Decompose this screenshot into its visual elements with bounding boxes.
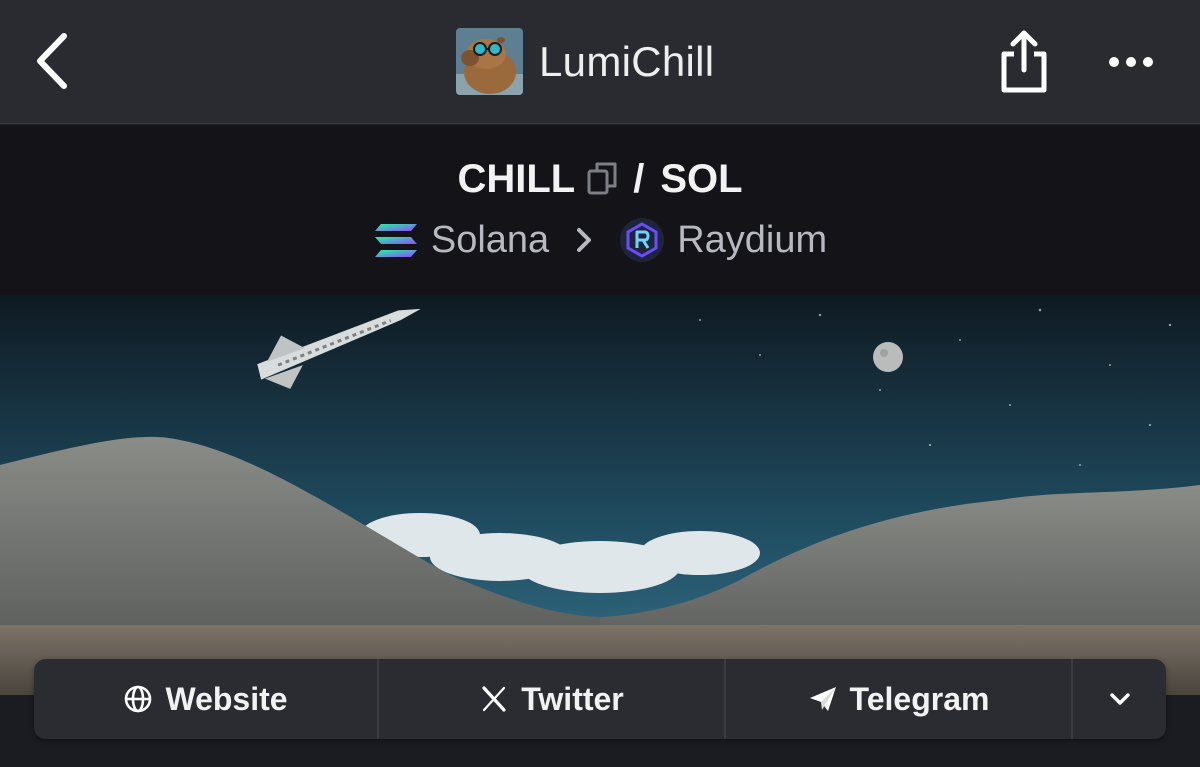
- twitter-label: Twitter: [521, 680, 624, 717]
- x-logo-icon: [482, 686, 506, 712]
- quote-token-symbol: SOL: [660, 156, 743, 201]
- chain-link-solana[interactable]: Solana: [431, 219, 549, 262]
- page-title: LumiChill: [539, 37, 715, 85]
- twitter-link-button[interactable]: Twitter: [379, 659, 726, 739]
- social-links-bar: Website Twitter Telegram: [34, 659, 1166, 739]
- telegram-plane-icon: [809, 687, 836, 711]
- pair-separator: /: [633, 156, 645, 201]
- more-options-button[interactable]: [1100, 44, 1164, 80]
- breadcrumb: Solana Raydium: [0, 215, 1200, 265]
- pair-name: CHILL / SOL: [0, 151, 1200, 207]
- website-label: Website: [165, 680, 288, 717]
- telegram-label: Telegram: [849, 680, 990, 717]
- token-title: LumiChill: [456, 28, 714, 95]
- solana-icon: [374, 224, 417, 257]
- more-horizontal-icon: [1109, 57, 1153, 67]
- token-avatar: [456, 28, 523, 95]
- website-link-button[interactable]: Website: [34, 659, 379, 739]
- raydium-icon: [620, 218, 665, 262]
- copy-icon: [587, 162, 617, 195]
- share-button[interactable]: [996, 28, 1052, 96]
- share-icon: [1001, 30, 1047, 93]
- dex-link-raydium[interactable]: Raydium: [677, 219, 827, 262]
- copy-address-button[interactable]: [585, 159, 621, 199]
- telegram-link-button[interactable]: Telegram: [726, 659, 1073, 739]
- top-navigation-bar: LumiChill: [0, 0, 1200, 124]
- base-token-symbol: CHILL: [457, 156, 576, 201]
- chevron-right-icon: [577, 228, 592, 252]
- pair-header: CHILL / SOL Solana Raydium: [0, 125, 1200, 295]
- globe-icon: [125, 685, 152, 713]
- more-links-dropdown[interactable]: [1073, 659, 1166, 739]
- chevron-down-icon: [1109, 693, 1130, 705]
- chevron-left-icon: [37, 33, 67, 89]
- token-banner-image: [0, 295, 1200, 695]
- back-button[interactable]: [28, 28, 80, 94]
